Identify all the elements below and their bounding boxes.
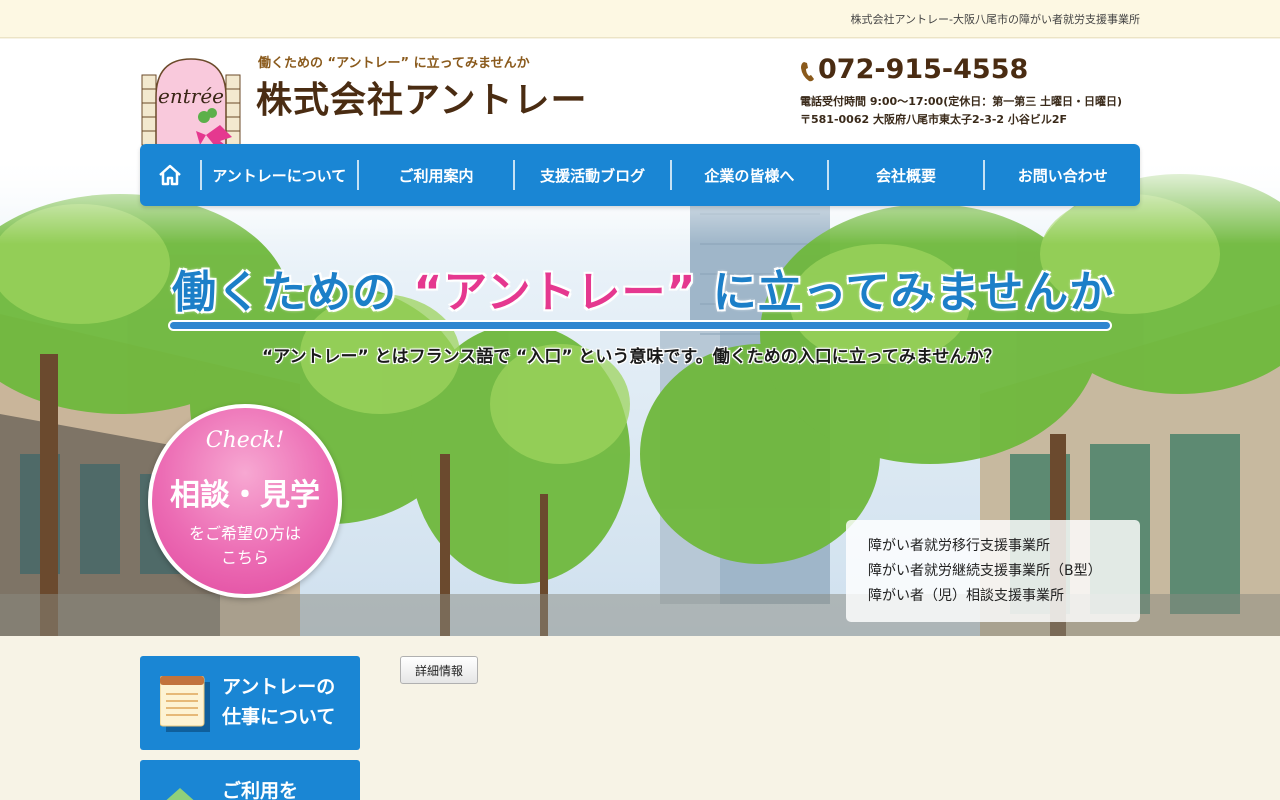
logo-mark[interactable]: entrée bbox=[140, 57, 244, 149]
house-icon bbox=[166, 788, 194, 800]
hero-subtitle: “アントレー” とはフランス語で “入口” という意味です。働くための入口に立っ… bbox=[262, 347, 1001, 367]
detail-info-button[interactable]: 詳細情報 bbox=[400, 656, 478, 684]
check-line2: こちら bbox=[220, 548, 269, 567]
work-about-line1: アントレーの bbox=[222, 676, 336, 698]
services-box: 障がい者就労移行支援事業所 障がい者就労継続支援事業所（B型） 障がい者（児）相… bbox=[846, 520, 1140, 622]
top-bar: 株式会社アントレー-大阪八尾市の障がい者就労支援事業所 bbox=[0, 0, 1280, 38]
work-about-button[interactable]: アントレーの 仕事について bbox=[140, 656, 360, 750]
nav-companies[interactable]: 企業の皆様へ bbox=[672, 144, 827, 206]
service-item: 障がい者（児）相談支援事業所 bbox=[868, 588, 1064, 604]
nav-about[interactable]: アントレーについて bbox=[202, 144, 357, 206]
header-catchphrase: 働くための “アントレー” に立ってみませんか bbox=[258, 56, 530, 71]
hero-title-pre: 働くための bbox=[172, 267, 397, 318]
reception-hours: 電話受付時間 9:00～17:00(定休日：第一第三 土曜日・日曜日) bbox=[800, 95, 1123, 108]
nav-home[interactable] bbox=[140, 144, 200, 206]
work-about-line2: 仕事について bbox=[222, 706, 336, 728]
service-item: 障がい者就労継続支援事業所（B型） bbox=[868, 563, 1102, 579]
hero-title-post: に立ってみませんか bbox=[712, 267, 1115, 318]
nav-blog[interactable]: 支援活動ブログ bbox=[515, 144, 670, 206]
home-icon bbox=[159, 164, 181, 186]
notepad-icon bbox=[160, 676, 210, 732]
nav-guide[interactable]: ご利用案内 bbox=[359, 144, 514, 206]
hero-title: 働くための “アントレー” に立ってみませんか bbox=[172, 256, 1114, 320]
nav-company-profile[interactable]: 会社概要 bbox=[829, 144, 984, 206]
company-address: 〒581-0062 大阪府八尾市東太子2-3-2 小谷ビル2F bbox=[800, 113, 1068, 126]
site-header: entrée 働くための “アントレー” に立ってみませんか 株式会社アントレー… bbox=[0, 39, 1280, 154]
check-line1: をご希望の方は bbox=[188, 524, 301, 543]
usage-line1: ご利用を bbox=[222, 780, 299, 800]
svg-text:entrée: entrée bbox=[158, 84, 224, 108]
company-name[interactable]: 株式会社アントレー bbox=[256, 71, 588, 123]
service-item: 障がい者就労移行支援事業所 bbox=[868, 538, 1050, 554]
nav-contact[interactable]: お問い合わせ bbox=[985, 144, 1140, 206]
hero-title-highlight: “アントレー” bbox=[413, 267, 697, 318]
hero-underline bbox=[170, 322, 1110, 329]
consultation-visit-button[interactable]: Check! 相談・見学 をご希望の方は こちら bbox=[148, 404, 342, 598]
phone-icon bbox=[801, 62, 814, 82]
entree-logo-icon: entrée bbox=[141, 58, 241, 149]
check-script: Check! bbox=[205, 428, 285, 453]
usage-button[interactable]: ご利用を bbox=[140, 760, 360, 800]
site-tagline: 株式会社アントレー-大阪八尾市の障がい者就労支援事業所 bbox=[850, 13, 1140, 26]
check-heading: 相談・見学 bbox=[170, 478, 320, 513]
phone-number[interactable]: 072-915-4558 bbox=[818, 54, 1028, 85]
global-nav: アントレーについて ご利用案内 支援活動ブログ 企業の皆様へ 会社概要 お問い合… bbox=[140, 144, 1140, 206]
